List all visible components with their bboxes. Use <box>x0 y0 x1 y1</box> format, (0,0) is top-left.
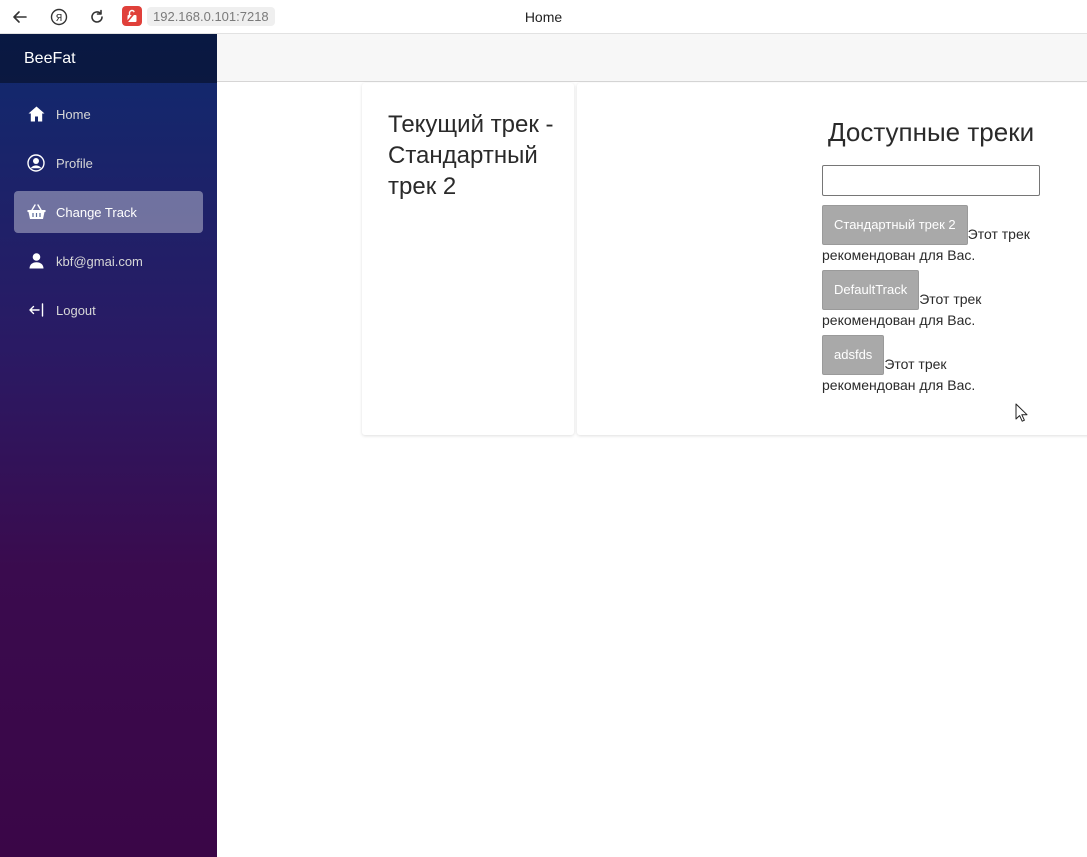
sidebar-item-account[interactable]: kbf@gmai.com <box>14 240 203 282</box>
select-track-button[interactable]: adsfds <box>822 335 885 375</box>
available-tracks-title: Доступные треки <box>828 117 1035 147</box>
home-icon <box>26 104 46 124</box>
track-list: Стандартный трек 2Этот трек рекомендован… <box>822 205 1042 400</box>
sidebar-item-label: Change Track <box>56 204 137 220</box>
sidebar-item-profile[interactable]: Profile <box>14 142 203 184</box>
nav-list: Home Profile Change Track kbf@gmai.com L… <box>0 83 217 331</box>
sidebar-item-home[interactable]: Home <box>14 93 203 135</box>
list-item: Стандартный трек 2Этот трек рекомендован… <box>822 205 1042 266</box>
sidebar-item-label: Profile <box>56 155 93 171</box>
sidebar-item-change-track[interactable]: Change Track <box>14 191 203 233</box>
insecure-connection-icon[interactable] <box>122 6 142 26</box>
list-item: DefaultTrackЭтот трек рекомендован для В… <box>822 270 1042 331</box>
list-item: adsfdsЭтот трек рекомендован для Вас. <box>822 335 1042 396</box>
top-row <box>217 34 1087 82</box>
profile-icon <box>26 153 46 173</box>
svg-text:Я: Я <box>56 13 63 24</box>
current-track-card: Текущий трек - Стандартный трек 2 <box>362 83 574 435</box>
reload-icon[interactable] <box>85 6 109 28</box>
user-icon <box>26 251 46 271</box>
track-search-input[interactable] <box>822 165 1040 196</box>
address-bar[interactable]: 192.168.0.101:7218 <box>147 7 275 26</box>
sidebar-item-label: Home <box>56 106 91 122</box>
yandex-icon[interactable]: Я <box>47 6 71 28</box>
sidebar-item-label: Logout <box>56 302 96 318</box>
current-track-title: Текущий трек - Стандартный трек 2 <box>388 111 554 200</box>
mouse-pointer-icon <box>1015 403 1028 427</box>
sidebar: BeeFat Home Profile Change Track kbf@gma… <box>0 34 217 857</box>
logout-icon <box>26 300 46 320</box>
brand-link[interactable]: BeeFat <box>0 34 217 83</box>
back-icon[interactable] <box>8 6 32 28</box>
sidebar-item-label: kbf@gmai.com <box>56 253 143 269</box>
browser-toolbar: Я 192.168.0.101:7218 Home <box>0 0 1087 34</box>
select-track-button[interactable]: Стандартный трек 2 <box>822 205 968 245</box>
basket-icon <box>26 202 46 222</box>
select-track-button[interactable]: DefaultTrack <box>822 270 920 310</box>
available-tracks-card: Доступные треки Стандартный трек 2Этот т… <box>577 83 1087 435</box>
sidebar-item-logout[interactable]: Logout <box>14 289 203 331</box>
